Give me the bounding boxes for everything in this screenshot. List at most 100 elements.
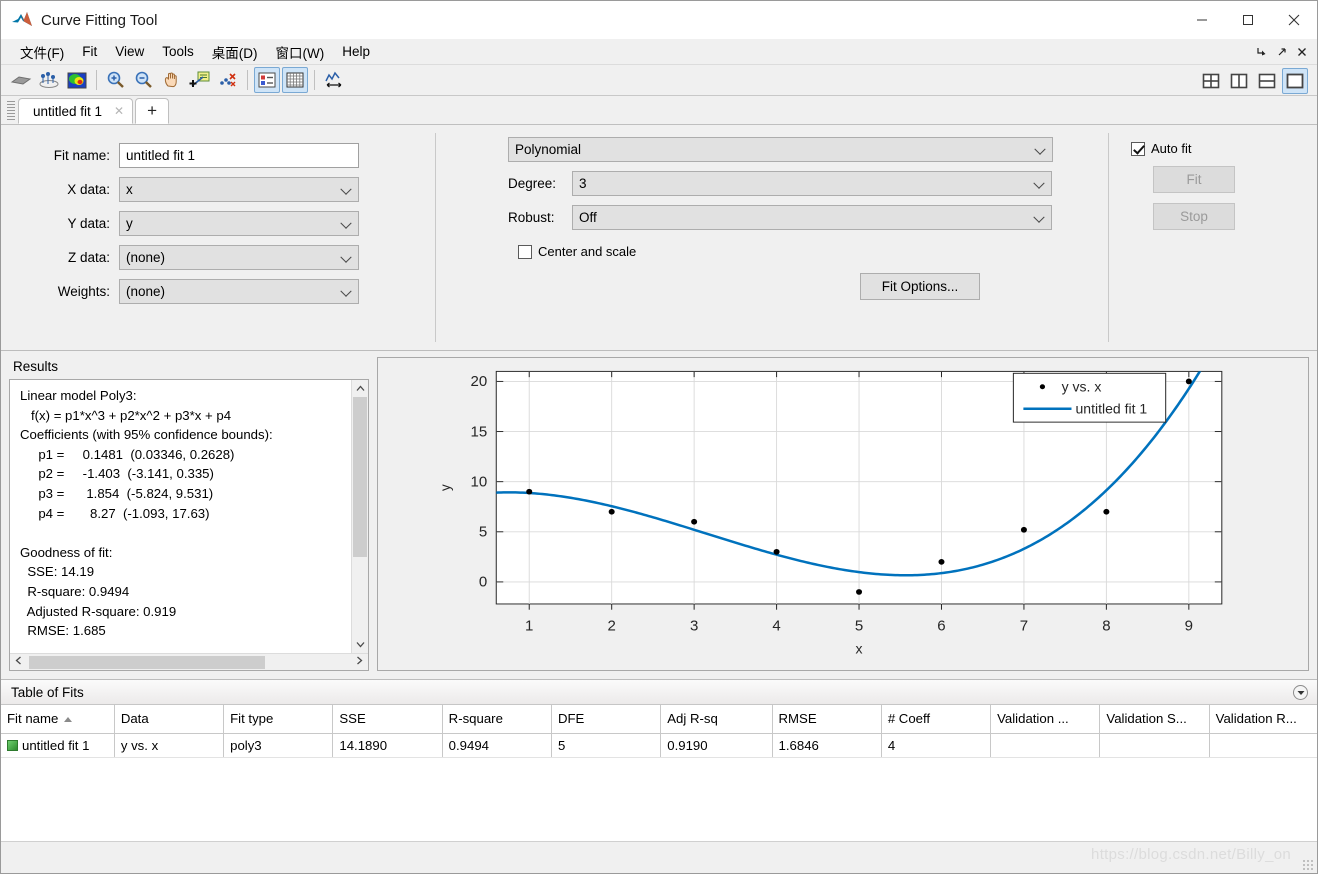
svg-text:6: 6 [937, 619, 945, 635]
menu-item-file[interactable]: 文件(F) [11, 40, 73, 64]
tab-label: untitled fit 1 [33, 103, 103, 119]
axis-limits-icon[interactable] [321, 67, 347, 93]
menu-item-view[interactable]: View [106, 42, 153, 61]
y-data-select[interactable]: y [119, 211, 359, 236]
results-scroll-thumb[interactable] [353, 397, 367, 557]
data-points-icon[interactable] [36, 67, 62, 93]
stop-button[interactable]: Stop [1153, 203, 1235, 230]
column-header-sse[interactable]: SSE [332, 705, 443, 734]
cell-r-square: 0.9494 [442, 733, 552, 758]
undock-icon[interactable] [1253, 42, 1271, 62]
tabbar-grip-handle[interactable] [7, 101, 15, 121]
results-horizontal-scrollbar[interactable] [10, 653, 368, 670]
close-panel-icon[interactable] [1293, 42, 1311, 62]
tab-close-icon[interactable]: ✕ [114, 104, 124, 118]
scroll-left-icon[interactable] [10, 656, 27, 668]
fit-name-row: Fit name: untitled fit 1 [41, 143, 435, 168]
weights-select[interactable]: (none) [119, 279, 359, 304]
x-data-select[interactable]: x [119, 177, 359, 202]
results-text: Linear model Poly3: f(x) = p1*x^3 + p2*x… [20, 388, 273, 639]
fit-type-select[interactable]: Polynomial [508, 137, 1053, 162]
column-header-adj-r-sq[interactable]: Adj R-sq [660, 705, 773, 734]
degree-value: 3 [579, 176, 587, 191]
svg-text:5: 5 [855, 619, 863, 635]
results-hscroll-thumb[interactable] [29, 655, 265, 669]
float-icon[interactable] [1273, 42, 1291, 62]
svg-text:2: 2 [608, 619, 616, 635]
degree-select[interactable]: 3 [572, 171, 1052, 196]
menu-item-fit[interactable]: Fit [73, 42, 106, 61]
column-header-dfe[interactable]: DFE [551, 705, 662, 734]
column-header-num-coeff[interactable]: # Coeff [881, 705, 992, 734]
zoom-out-icon[interactable] [131, 67, 157, 93]
curve-fitting-tool-window: Curve Fitting Tool 文件(F) Fit View Tools … [0, 0, 1318, 874]
svg-text:20: 20 [471, 374, 488, 390]
auto-fit-checkbox[interactable] [1131, 141, 1145, 156]
fit-options-button[interactable]: Fit Options... [860, 273, 980, 300]
close-button[interactable] [1271, 1, 1317, 39]
scroll-right-icon[interactable] [351, 656, 368, 668]
fit-type-column: Polynomial Degree: 3 Robust: Off Center … [436, 125, 1108, 350]
fit-type-value: Polynomial [515, 142, 582, 157]
column-header-rmse[interactable]: RMSE [772, 705, 882, 734]
menu-item-tools[interactable]: Tools [153, 42, 203, 61]
table-row[interactable]: untitled fit 1 y vs. x poly3 14.1890 0.9… [1, 733, 1317, 758]
z-data-select[interactable]: (none) [119, 245, 359, 270]
table-of-fits-body[interactable]: Fit name Data Fit type SSE R-square DFE … [1, 705, 1317, 841]
fit-button[interactable]: Fit [1153, 166, 1235, 193]
center-and-scale-row[interactable]: Center and scale [518, 244, 1108, 259]
minimize-button[interactable] [1179, 1, 1225, 39]
layout-vertical-icon[interactable] [1226, 68, 1252, 94]
column-header-validation-2[interactable]: Validation S... [1099, 705, 1210, 734]
robust-row: Robust: Off [508, 205, 1108, 230]
robust-select[interactable]: Off [572, 205, 1052, 230]
table-of-fits-panel: Table of Fits Fit name Data Fit type SSE [1, 679, 1317, 841]
exclude-outliers-icon[interactable] [215, 67, 241, 93]
maximize-button[interactable] [1225, 1, 1271, 39]
zoom-in-icon[interactable] [103, 67, 129, 93]
menu-item-desktop[interactable]: 桌面(D) [203, 40, 267, 64]
svg-text:3: 3 [690, 619, 698, 635]
layout-grid-icon[interactable] [1198, 68, 1224, 94]
fit-surface-icon[interactable] [8, 67, 34, 93]
data-point [938, 558, 945, 565]
chevron-down-icon[interactable] [1293, 685, 1308, 700]
results-pane: Results Linear model Poly3: f(x) = p1*x^… [1, 351, 377, 679]
results-hscroll-track[interactable] [27, 655, 351, 670]
scroll-down-icon[interactable] [352, 636, 368, 653]
layout-horizontal-icon[interactable] [1254, 68, 1280, 94]
fit-name-input[interactable]: untitled fit 1 [119, 143, 359, 168]
add-fit-tab-button[interactable]: + [135, 98, 170, 124]
data-cursor-icon[interactable] [187, 67, 213, 93]
auto-fit-row[interactable]: Auto fit [1131, 141, 1317, 156]
center-and-scale-checkbox[interactable] [518, 244, 532, 259]
grid-icon[interactable] [282, 67, 308, 93]
fit-plot-svg[interactable]: 1 2 3 4 5 6 7 8 9 0 5 10 15 20 x y y vs. x untitled … [378, 358, 1308, 670]
menu-item-help[interactable]: Help [333, 42, 379, 61]
colormap-surface-icon[interactable] [64, 67, 90, 93]
sort-ascending-icon [64, 717, 73, 723]
fit-plot[interactable]: 1 2 3 4 5 6 7 8 9 0 5 10 15 20 x y y vs. x untitled … [377, 357, 1309, 671]
data-point [1020, 526, 1027, 533]
plot-legend[interactable]: y vs. x untitled fit 1 [1012, 372, 1167, 423]
layout-single-icon[interactable] [1282, 68, 1308, 94]
cell-sse: 14.1890 [332, 733, 443, 758]
column-header-fit-name[interactable]: Fit name [1, 705, 115, 734]
tab-untitled-fit-1[interactable]: untitled fit 1 ✕ [18, 98, 134, 124]
legend-icon[interactable] [254, 67, 280, 93]
column-header-validation-3[interactable]: Validation R... [1209, 705, 1317, 734]
scroll-up-icon[interactable] [352, 380, 368, 397]
cell-adj-r-sq: 0.9190 [660, 733, 773, 758]
column-header-validation-1[interactable]: Validation ... [990, 705, 1101, 734]
pan-icon[interactable] [159, 67, 185, 93]
resize-grip[interactable] [1303, 860, 1313, 870]
data-point [1185, 378, 1192, 385]
column-header-r-square[interactable]: R-square [442, 705, 552, 734]
menu-item-window[interactable]: 窗口(W) [267, 40, 334, 64]
column-header-fit-type[interactable]: Fit type [223, 705, 334, 734]
column-header-data[interactable]: Data [114, 705, 225, 734]
results-vertical-scrollbar[interactable] [351, 380, 368, 653]
chevron-down-icon [340, 285, 352, 297]
x-data-row: X data: x [41, 177, 435, 202]
table-of-fits-title: Table of Fits [11, 684, 84, 700]
